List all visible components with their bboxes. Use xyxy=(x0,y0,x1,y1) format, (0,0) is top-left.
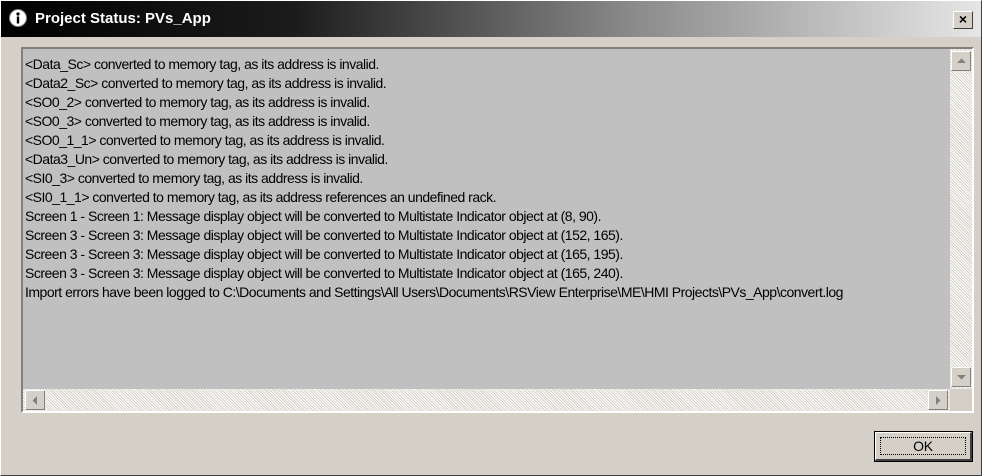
log-line: <SI0_1_1> converted to memory tag, as it… xyxy=(25,189,497,205)
scroll-right-button[interactable] xyxy=(928,390,948,410)
log-line: <SO0_3> converted to memory tag, as its … xyxy=(25,113,370,129)
scroll-down-button[interactable] xyxy=(951,367,971,387)
ok-button-label: OK xyxy=(880,437,966,455)
arrow-right-icon xyxy=(936,395,941,405)
status-log-lines: <Data_Sc> converted to memory tag, as it… xyxy=(25,55,947,389)
log-line: Screen 3 - Screen 3: Message display obj… xyxy=(25,265,623,281)
log-line: Screen 3 - Screen 3: Message display obj… xyxy=(25,227,623,243)
log-line: <Data3_Un> converted to memory tag, as i… xyxy=(25,151,388,167)
log-line: Import errors have been logged to C:\Doc… xyxy=(25,284,843,300)
arrow-left-icon xyxy=(32,395,37,405)
horizontal-scrollbar[interactable] xyxy=(23,389,950,411)
window-title: Project Status: PVs_App xyxy=(35,10,211,27)
scrollbar-corner xyxy=(950,389,972,411)
log-line: Screen 3 - Screen 3: Message display obj… xyxy=(25,246,623,262)
arrow-up-icon xyxy=(956,58,966,63)
close-icon: × xyxy=(958,11,968,27)
project-status-dialog: Project Status: PVs_App × <Data_Sc> conv… xyxy=(0,0,982,476)
log-line: <Data2_Sc> converted to memory tag, as i… xyxy=(25,75,387,91)
arrow-down-icon xyxy=(956,375,966,380)
info-icon xyxy=(9,9,27,27)
status-log-textarea[interactable]: <Data_Sc> converted to memory tag, as it… xyxy=(21,47,974,413)
scroll-left-button[interactable] xyxy=(25,390,45,410)
log-line: <SO0_1_1> converted to memory tag, as it… xyxy=(25,132,385,148)
log-line: <SO0_2> converted to memory tag, as its … xyxy=(25,94,370,110)
scroll-up-button[interactable] xyxy=(951,51,971,71)
log-line: <SI0_3> converted to memory tag, as its … xyxy=(25,170,363,186)
title-bar[interactable]: Project Status: PVs_App × xyxy=(1,1,981,37)
vertical-scrollbar[interactable] xyxy=(950,49,972,389)
ok-button[interactable]: OK xyxy=(874,431,973,462)
log-line: <Data_Sc> converted to memory tag, as it… xyxy=(25,56,379,72)
close-button[interactable]: × xyxy=(953,11,973,29)
log-line: Screen 1 - Screen 1: Message display obj… xyxy=(25,208,601,224)
